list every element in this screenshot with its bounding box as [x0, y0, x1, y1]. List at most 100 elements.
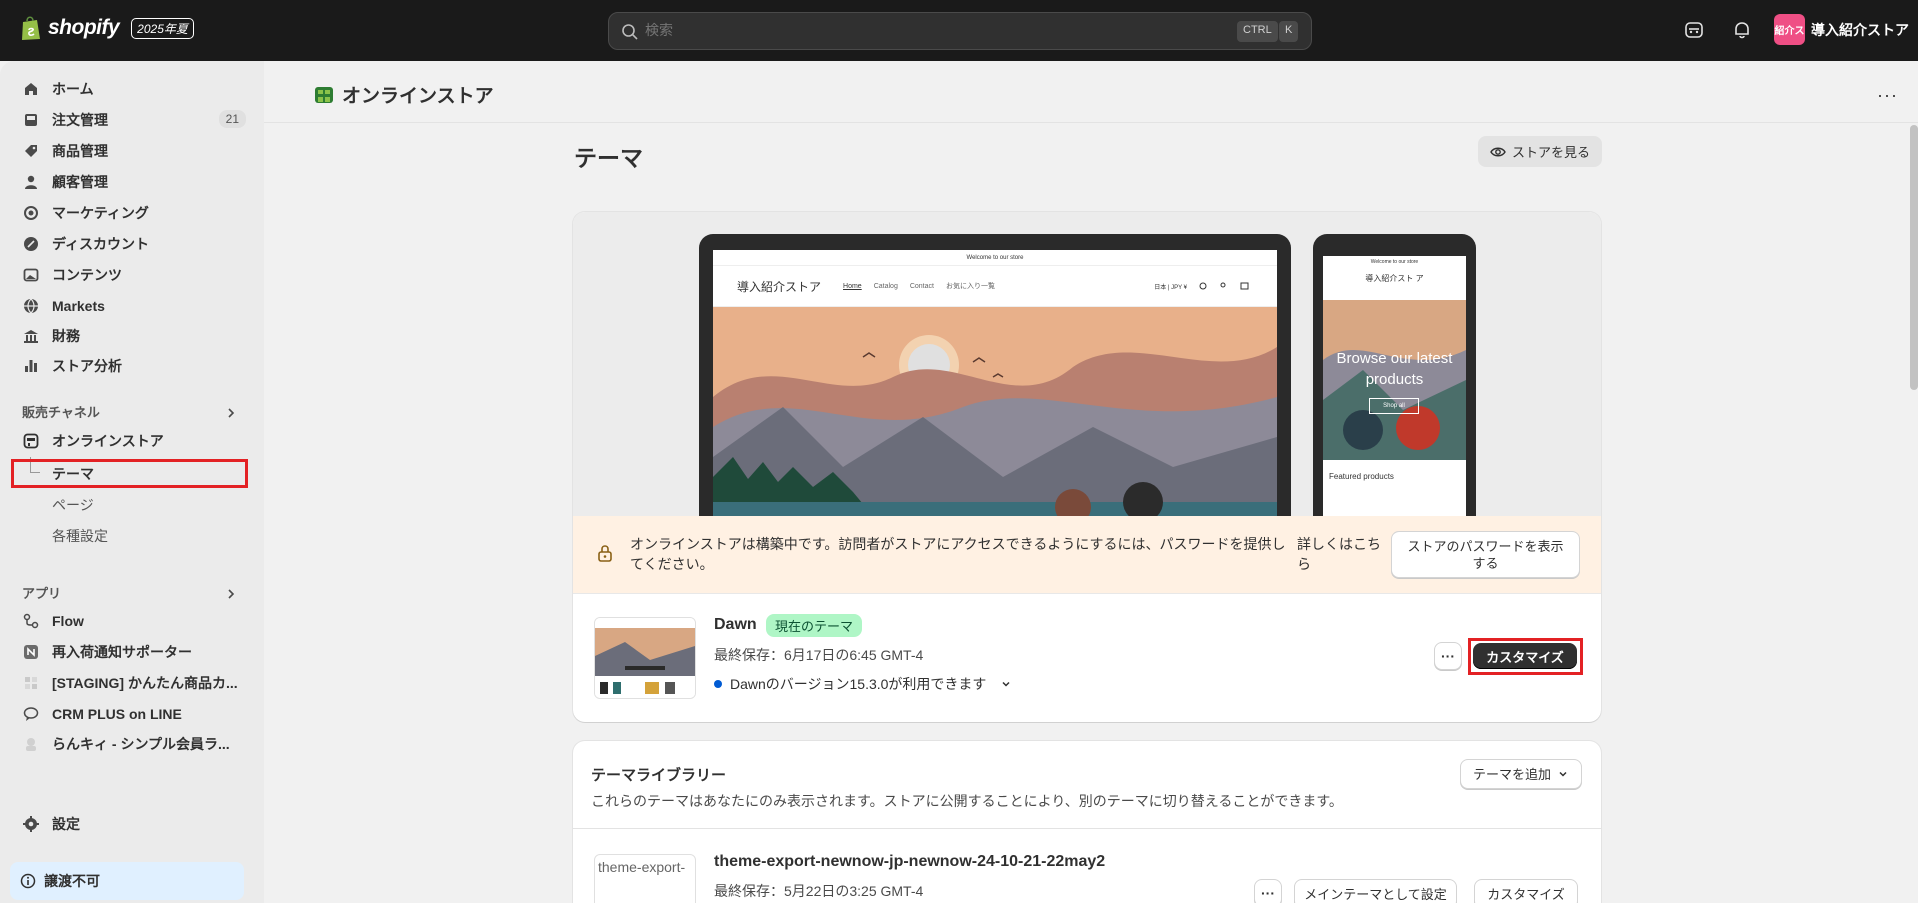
preview-header-icons	[1199, 282, 1249, 290]
sidebar-item-label: 顧客管理	[52, 174, 108, 190]
dawn-theme-thumbnail[interactable]	[594, 617, 696, 699]
sidebar-item-analytics[interactable]: ストア分析	[12, 352, 248, 380]
sidebar-item-content[interactable]: コンテンツ	[12, 261, 248, 289]
info-icon	[20, 873, 36, 889]
view-store-button[interactable]: ストアを見る	[1478, 136, 1603, 167]
sidebar-item-markets[interactable]: Markets	[12, 292, 248, 320]
password-banner: オンラインストアは構築中です。訪問者がストアにアクセスできるようにするには、パス…	[573, 516, 1601, 594]
current-theme-last-saved: 最終保存：6月17日の6:45 GMT-4	[714, 647, 924, 663]
desktop-preview: Welcome to our store 導入紹介ストア Home Catalo…	[699, 234, 1291, 516]
sidebar-item-settings[interactable]: 設定	[12, 810, 248, 838]
sidebar-item-label: ディスカウント	[52, 236, 150, 252]
shortcut-k: K	[1279, 21, 1299, 42]
sidebar-item-online-store[interactable]: オンラインストア	[12, 427, 248, 455]
preview-nav-contact: Contact	[909, 282, 934, 290]
edition-badge[interactable]: 2025年夏	[131, 17, 194, 39]
chevron-right-icon[interactable]	[224, 587, 238, 601]
search-bar[interactable]: CTRL K	[608, 12, 1312, 50]
hero-illustration	[713, 307, 1277, 516]
library-theme-thumbnail[interactable]: theme-export-	[594, 854, 696, 903]
show-password-button[interactable]: ストアのパスワードを表示する	[1391, 531, 1580, 578]
library-customize-button[interactable]: カスタマイズ	[1474, 879, 1578, 903]
image-icon	[22, 266, 40, 284]
header-more-button[interactable]: ···	[1877, 85, 1898, 106]
sidebar-item-discounts[interactable]: ディスカウント	[12, 230, 248, 258]
sidebar-item-label: Flow	[52, 613, 84, 629]
preview-nav-favorites: お気に入り一覧	[945, 283, 995, 290]
sidebar-item-label: Markets	[52, 298, 105, 314]
sales-channels-heading: 販売チャネル	[22, 405, 100, 420]
orders-count-badge: 21	[218, 110, 246, 128]
theme-preview[interactable]: Welcome to our store 導入紹介ストア Home Catalo…	[573, 212, 1601, 516]
phone-hero-text: Browse our latest products	[1336, 350, 1453, 388]
library-title: テーマライブラリー	[591, 767, 727, 784]
inbox-icon	[22, 111, 40, 129]
sidebar-subitem-pages[interactable]: ページ	[52, 495, 94, 515]
tag-icon	[22, 142, 40, 160]
top-bar: shopify 2025年夏 CTRL K 紹介ス 導入紹介ストア	[0, 0, 1918, 61]
highlight-box	[11, 459, 248, 488]
target-icon	[22, 204, 40, 222]
bell-icon[interactable]	[1731, 19, 1753, 41]
theme-library-card: テーマライブラリー これらのテーマはあなたにのみ表示されます。ストアに公開するこ…	[573, 741, 1601, 903]
search-icon	[622, 24, 638, 40]
theme-more-button[interactable]: ···	[1434, 642, 1462, 670]
sidebar-item-label: CRM PLUS on LINE	[52, 706, 182, 722]
view-store-label: ストアを見る	[1512, 145, 1591, 160]
shortcut-ctrl: CTRL	[1237, 21, 1278, 42]
publish-theme-button[interactable]: メインテーマとして設定	[1294, 879, 1457, 903]
sidebar-app-restock[interactable]: 再入荷通知サポーター	[12, 638, 248, 666]
shopify-logo[interactable]: shopify 2025年夏	[20, 15, 194, 41]
current-theme-name: Dawn	[714, 616, 757, 633]
online-store-app-icon	[315, 86, 333, 103]
library-description: これらのテーマはあなたにのみ表示されます。ストアに公開することにより、別のテーマ…	[591, 793, 1343, 809]
sidebar-item-label: オンラインストア	[52, 433, 164, 449]
library-theme-more-button[interactable]: ···	[1254, 879, 1282, 903]
add-theme-label: テーマを追加	[1472, 766, 1551, 782]
phone-shop-all: Shop all	[1369, 398, 1419, 414]
learn-more-link[interactable]: 詳しくはこちら	[1297, 534, 1391, 574]
phone-announcement: Welcome to our store	[1370, 259, 1419, 265]
sidebar-item-orders[interactable]: 注文管理 21	[12, 106, 248, 134]
broken-image-alt: theme-export-	[598, 859, 686, 875]
search-input[interactable]	[645, 22, 1125, 38]
bank-icon	[22, 327, 40, 345]
sidebar-item-label: 財務	[52, 328, 80, 344]
sidekick-icon[interactable]	[1683, 19, 1705, 41]
store-avatar: 紹介ス	[1774, 14, 1805, 45]
non-transferable-notice[interactable]: 譲渡不可	[10, 862, 244, 900]
phone-store-title: 導入紹介スト ア	[1365, 274, 1424, 283]
sidebar-item-label: らんキィ - シンプル会員ラ...	[52, 736, 230, 752]
update-notice[interactable]: Dawnのバージョン15.3.0が利用できます	[714, 674, 1012, 694]
store-menu-button[interactable]: 紹介ス 導入紹介ストア	[1774, 14, 1909, 45]
sidebar-item-finance[interactable]: 財務	[12, 322, 248, 350]
sidebar-item-label: マーケティング	[52, 205, 149, 221]
sidebar-app-crm-plus[interactable]: CRM PLUS on LINE	[12, 700, 248, 728]
shopify-bag-icon	[22, 16, 40, 40]
update-dot	[714, 680, 722, 688]
phone-featured-label: Featured products	[1329, 472, 1394, 481]
online-store-heading: オンラインストア	[314, 81, 494, 108]
sidebar-item-marketing[interactable]: マーケティング	[12, 199, 248, 227]
mobile-preview: Welcome to our store 導入紹介スト ア Browse our…	[1313, 234, 1476, 516]
sidebar-subitem-preferences[interactable]: 各種設定	[52, 526, 108, 546]
preview-nav-home: Home	[843, 282, 862, 290]
add-theme-button[interactable]: テーマを追加	[1460, 759, 1582, 789]
sidebar-app-flow[interactable]: Flow	[12, 607, 248, 635]
library-theme-last-saved: 最終保存：5月22日の3:25 GMT-4	[714, 883, 924, 899]
library-theme-name: theme-export-newnow-jp-newnow-24-10-21-2…	[714, 853, 1106, 870]
store-icon	[22, 432, 40, 450]
sidebar-app-staging[interactable]: [STAGING] かんたん商品カ...	[12, 669, 248, 697]
sidebar-app-rankey[interactable]: らんキィ - シンプル会員ラ...	[12, 730, 248, 758]
chevron-right-icon[interactable]	[224, 406, 238, 420]
apps-heading: アプリ	[22, 586, 62, 601]
sidebar-item-label: ストア分析	[52, 358, 122, 374]
page-title: テーマ	[574, 145, 643, 171]
sidebar-item-products[interactable]: 商品管理	[12, 137, 248, 165]
sidebar-item-label: 設定	[52, 816, 80, 832]
sidebar-item-label: 商品管理	[52, 143, 108, 159]
scrollbar[interactable]	[1910, 125, 1918, 390]
highlight-box	[1468, 638, 1583, 675]
sidebar-item-customers[interactable]: 顧客管理	[12, 168, 248, 196]
sidebar-item-home[interactable]: ホーム	[12, 75, 248, 103]
